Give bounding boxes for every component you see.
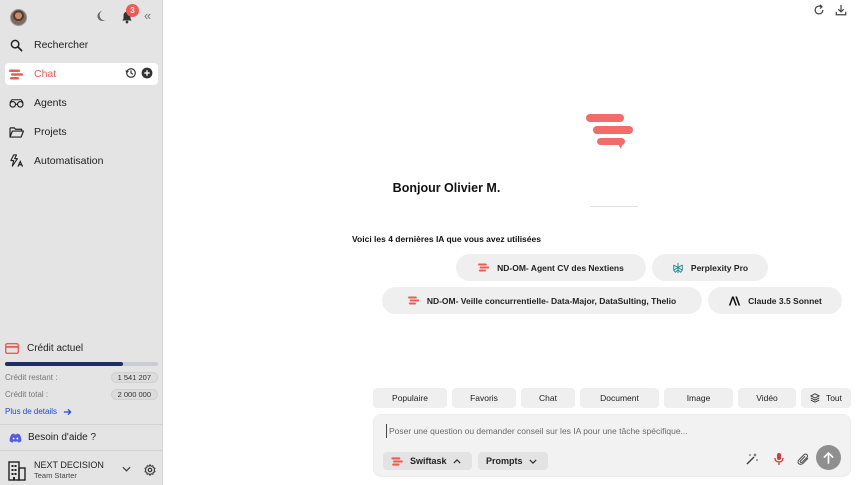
sidebar-item-label: Chat (34, 68, 57, 80)
arrow-up-icon (823, 451, 834, 464)
prompts-button[interactable]: Prompts (478, 452, 548, 470)
credit-total-row: Crédit total : 2 000 000 (5, 389, 158, 400)
recent-ai-label: ND-OM- Agent CV des Nextiens (497, 262, 624, 273)
model-selector-button[interactable]: Swiftask (383, 452, 472, 470)
sidebar-nav: Rechercher Chat Agents Projets Automatis… (0, 34, 163, 179)
history-icon[interactable] (125, 67, 137, 79)
sidebar-item-agents[interactable]: Agents (5, 92, 158, 114)
sidebar-item-label: Automatisation (34, 155, 104, 167)
tab-label: Image (686, 393, 711, 403)
layers-icon (809, 393, 820, 403)
credit-details-label: Plus de details (5, 407, 58, 416)
chevron-up-icon (452, 458, 461, 464)
prompt-input[interactable] (386, 424, 826, 438)
tab-label: Populaire (392, 393, 428, 403)
sidebar-item-label: Rechercher (34, 39, 89, 51)
greeting-title: Bonjour Olivier M. (392, 181, 501, 195)
tab-label: Tout (825, 393, 843, 403)
recent-ai-chip-veille[interactable]: ND-OM- Veille concurrentielle- Data-Majo… (382, 287, 702, 314)
tab-video[interactable]: Vidéo (738, 388, 796, 408)
folder-open-icon (9, 125, 24, 140)
credit-card-icon (5, 342, 19, 354)
send-button[interactable] (816, 445, 841, 470)
credit-total-value: 2 000 000 (110, 389, 158, 400)
recent-ai-label: Perplexity Pro (690, 262, 749, 273)
notification-badge: 3 (126, 4, 139, 17)
credit-progress-fill (5, 362, 123, 366)
perplexity-icon (673, 262, 683, 273)
new-chat-plus-icon[interactable] (141, 67, 153, 79)
recent-ai-chip-perplexity[interactable]: Perplexity Pro (652, 254, 768, 281)
credit-panel: Crédit actuel Crédit restant : 1 541 207… (0, 340, 163, 417)
swiftask-logo-icon (391, 456, 403, 466)
credit-remaining-label: Crédit restant : (5, 373, 58, 382)
credit-remaining-row: Crédit restant : 1 541 207 (5, 372, 158, 383)
prompts-label: Prompts (486, 456, 523, 466)
divider (590, 206, 638, 207)
tab-label: Favoris (470, 393, 498, 403)
recent-ai-chip-claude[interactable]: Claude 3.5 Sonnet (708, 287, 842, 314)
user-avatar[interactable] (10, 9, 27, 26)
chat-actions (125, 67, 153, 79)
credit-total-label: Crédit total : (5, 390, 49, 399)
recent-ai-label: ND-OM- Veille concurrentielle- Data-Majo… (426, 295, 677, 306)
sidebar-item-chat[interactable]: Chat (5, 63, 158, 85)
team-switcher[interactable]: NEXT DECISION Team Starter (0, 456, 163, 485)
tab-favoris[interactable]: Favoris (452, 388, 516, 408)
help-button[interactable]: Besoin d'aide ? (0, 424, 163, 451)
tab-image[interactable]: Image (664, 388, 733, 408)
swiftask-chat-icon (9, 67, 24, 82)
attachment-paperclip-icon[interactable] (795, 451, 811, 467)
credit-header: Crédit actuel (5, 340, 158, 356)
app-window: 3 « Rechercher Chat Agents Projets Autom… (0, 0, 857, 485)
team-plan: Team Starter (34, 471, 77, 480)
chevron-down-icon[interactable] (122, 464, 131, 474)
tab-chat[interactable]: Chat (521, 388, 575, 408)
tab-populaire[interactable]: Populaire (373, 388, 447, 408)
message-composer: Swiftask Prompts (373, 414, 851, 477)
sidebar-item-label: Projets (34, 126, 67, 138)
recent-ai-chip-agent-cv[interactable]: ND-OM- Agent CV des Nextiens (456, 254, 646, 281)
tab-label: Document (600, 393, 639, 403)
automation-icon (9, 154, 24, 169)
model-selector-label: Swiftask (410, 456, 447, 466)
building-icon (8, 460, 26, 481)
help-label: Besoin d'aide ? (28, 432, 97, 443)
credit-title: Crédit actuel (27, 342, 84, 354)
sidebar-item-projets[interactable]: Projets (5, 121, 158, 143)
dark-mode-moon-icon[interactable] (94, 9, 108, 23)
team-name: NEXT DECISION (34, 460, 104, 470)
tab-label: Chat (539, 393, 557, 403)
sidebar-item-automatisation[interactable]: Automatisation (5, 150, 158, 172)
credit-details-link[interactable]: Plus de details (5, 406, 158, 417)
collapse-sidebar-icon[interactable]: « (144, 9, 151, 23)
swiftask-logo-icon (478, 263, 490, 272)
agents-glasses-icon (9, 96, 24, 111)
recent-ai-title: Voici les 4 dernières IA que vous avez u… (352, 234, 541, 244)
gear-icon[interactable] (144, 463, 156, 481)
swiftask-logo-icon (586, 114, 633, 149)
sidebar-item-label: Agents (34, 97, 67, 109)
recent-ai-label: Claude 3.5 Sonnet (748, 295, 822, 306)
microphone-icon[interactable] (771, 451, 787, 467)
chevron-down-icon (528, 458, 537, 464)
tab-label: Vidéo (756, 393, 778, 403)
team-text: NEXT DECISION Team Starter (34, 460, 104, 481)
sidebar-item-rechercher[interactable]: Rechercher (5, 34, 158, 56)
credit-remaining-value: 1 541 207 (110, 372, 158, 383)
arrow-right-icon (63, 408, 72, 415)
tab-tout[interactable]: Tout (801, 388, 851, 408)
discord-icon (9, 433, 22, 443)
sidebar-top-bar: 3 « (8, 4, 156, 28)
tab-document[interactable]: Document (580, 388, 659, 408)
swiftask-logo-icon (407, 296, 420, 305)
anthropic-icon (728, 296, 741, 305)
credit-progress-bar (5, 362, 158, 366)
search-icon (9, 38, 24, 53)
magic-wand-icon[interactable] (744, 451, 760, 467)
